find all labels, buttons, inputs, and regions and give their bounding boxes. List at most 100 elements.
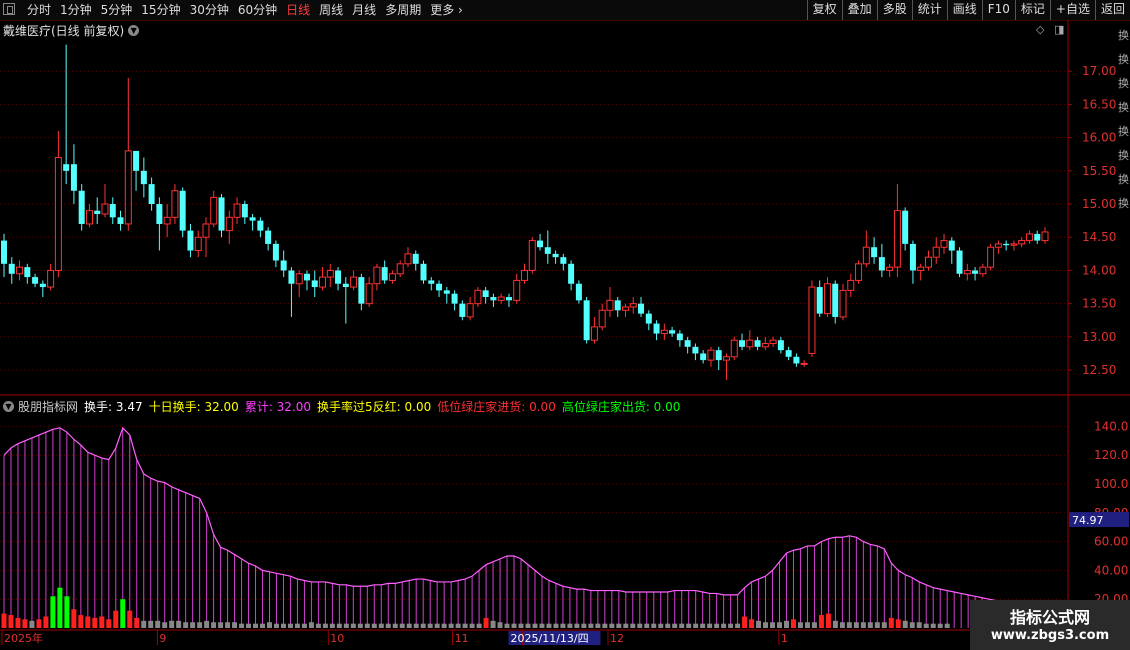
price-tick-label: 13.50 (1082, 297, 1116, 311)
candle-body (761, 343, 769, 348)
price-tick-label: 14.50 (1082, 230, 1116, 244)
turnover-daily-bar (141, 620, 147, 628)
turnover-daily-bar (777, 622, 783, 628)
candle-body (70, 164, 77, 191)
turnover-tick-label: 100.0 (1094, 477, 1128, 491)
candle-body (924, 256, 932, 268)
candle-body (101, 203, 109, 215)
candle-body (233, 203, 241, 218)
candle-body (544, 247, 551, 254)
indicator-dropdown-icon[interactable]: ▼ (3, 401, 14, 412)
turnover-daily-bar (909, 622, 915, 628)
candle-body (24, 267, 31, 278)
turnover-daily-bar (818, 615, 824, 628)
watermark-url: www.zbgs3.com (990, 628, 1110, 643)
candle-body (537, 240, 544, 248)
turnover-daily-bar (36, 619, 42, 628)
turnover-daily-bar (448, 623, 454, 628)
indicator-name: 股朋指标网 (18, 400, 79, 414)
turnover-daily-bar (232, 622, 238, 628)
turnover-daily-bar (280, 623, 286, 628)
turnover-daily-bar (797, 622, 803, 628)
turnover-daily-bar (322, 623, 328, 628)
candle-body (396, 263, 404, 275)
turnover-daily-bar (511, 623, 517, 628)
turnover-daily-bar (99, 616, 105, 628)
candle-body (497, 296, 505, 301)
turnover-daily-bar (790, 619, 796, 628)
candle-body (722, 356, 730, 361)
turnover-daily-bar (839, 622, 845, 628)
candle-body (8, 263, 15, 274)
candle-body (140, 170, 147, 185)
candle-body (653, 323, 660, 334)
turnover-daily-bar (301, 623, 307, 628)
candle-body (777, 340, 784, 351)
turnover-daily-bar (686, 623, 692, 628)
candle-body (528, 240, 536, 271)
turnover-daily-bar (162, 622, 168, 628)
turnover-daily-bar (413, 623, 419, 628)
candle-body (257, 220, 264, 231)
price-tick-label: 12.50 (1082, 363, 1116, 377)
watermark-title: 指标公式网 (1009, 608, 1090, 627)
candle-body (1018, 240, 1026, 245)
candle-body (303, 273, 310, 281)
date-label: 12 (610, 632, 624, 645)
turnover-daily-bar (350, 623, 356, 628)
turnover-daily-bar (92, 617, 98, 628)
turnover-daily-bar (64, 596, 70, 628)
candle-body (342, 283, 349, 288)
price-tick-label: 15.00 (1082, 197, 1116, 211)
candle-body (800, 362, 808, 365)
candle-body (862, 246, 870, 265)
turnover-daily-bar (218, 622, 224, 628)
candle-body (443, 290, 450, 294)
candle-body (645, 313, 652, 324)
turnover-daily-bar (707, 623, 713, 628)
turnover-daily-bar (735, 623, 741, 628)
candle-body (956, 250, 963, 274)
turnover-daily-bar (783, 620, 789, 628)
turnover-daily-bar (630, 623, 636, 628)
turnover-daily-bar (930, 623, 936, 628)
indicator-value-2: 累计: 32.00 (244, 400, 312, 414)
turnover-daily-bar (867, 622, 873, 628)
turnover-daily-bar (637, 623, 643, 628)
turnover-daily-bar (853, 622, 859, 628)
candle-body (358, 277, 365, 304)
candle-body (249, 217, 256, 221)
candle-body (156, 204, 163, 224)
turnover-daily-bar (874, 622, 880, 628)
candle-body (225, 216, 233, 232)
turnover-daily-bar (399, 623, 405, 628)
turnover-daily-bar (113, 610, 119, 628)
turnover-daily-bar (616, 623, 622, 628)
candle-body (660, 329, 668, 335)
date-label: 9 (159, 632, 166, 645)
turnover-daily-bar (308, 622, 314, 628)
candle-body (715, 350, 722, 361)
candle-body (451, 293, 458, 304)
candle-body (295, 273, 303, 285)
turnover-daily-bar (728, 623, 734, 628)
candle-body (194, 236, 202, 252)
candle-body (621, 306, 629, 311)
turnover-daily-bar (22, 619, 28, 628)
turnover-daily-bar (937, 623, 943, 628)
candle-body (459, 303, 466, 317)
candle-body (823, 283, 831, 315)
candle-body (629, 303, 637, 308)
turnover-daily-bar (595, 623, 601, 628)
candle-body (272, 243, 279, 261)
candle-body (816, 287, 823, 314)
turnover-daily-bar (742, 616, 748, 628)
candle-body (1003, 243, 1010, 246)
turnover-tick-label: 120.0 (1094, 448, 1128, 462)
candle-body (47, 269, 55, 288)
price-tick-label: 16.00 (1082, 131, 1116, 145)
candle-body (1034, 233, 1041, 241)
turnover-daily-bar (490, 620, 496, 628)
candle-body (171, 190, 179, 218)
candle-body (1041, 231, 1049, 242)
